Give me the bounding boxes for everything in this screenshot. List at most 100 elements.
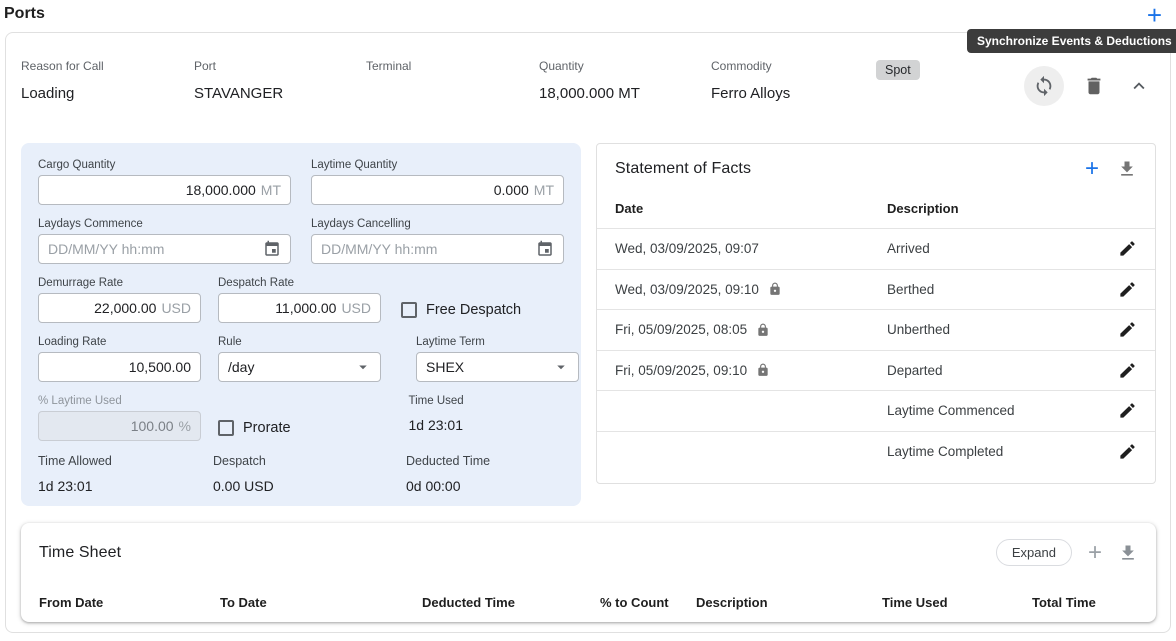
calendar-icon[interactable] <box>263 240 281 258</box>
sof-row: Wed, 03/09/2025, 09:07 Arrived <box>597 228 1155 269</box>
event-date: Fri, 05/09/2025, 08:05 <box>615 322 747 337</box>
loading-rate-value: 10,500.00 <box>129 359 191 375</box>
demurrage-rate-label: Demurrage Rate <box>38 277 201 289</box>
time-used-field: Time Used 1d 23:01 <box>409 395 565 441</box>
sync-icon <box>1033 75 1055 97</box>
cargo-quantity-input[interactable]: 18,000.000 MT <box>38 175 291 205</box>
caret-down-icon <box>552 358 570 376</box>
rule-field: Rule /day <box>218 336 381 382</box>
laytime-panel: Cargo Quantity 18,000.000 MT Laytime Qua… <box>21 143 581 506</box>
demurrage-rate-unit: USD <box>161 300 191 316</box>
despatch-rate-value: 11,000.00 <box>275 300 336 316</box>
loading-rate-field: Loading Rate 10,500.00 <box>38 336 201 382</box>
laytime-quantity-input[interactable]: 0.000 MT <box>311 175 564 205</box>
laytime-term-label: Laytime Term <box>416 336 579 348</box>
event-description: Departed <box>887 363 943 378</box>
time-allowed-field: Time Allowed 1d 23:01 <box>38 454 196 494</box>
pct-laytime-used-unit: % <box>179 418 191 434</box>
despatch-field: Despatch 0.00 USD <box>213 454 371 494</box>
lock-icon <box>756 323 770 337</box>
loading-rate-label: Loading Rate <box>38 336 201 348</box>
column-header-total-time: Total Time <box>1032 595 1138 610</box>
edit-event-button[interactable] <box>1118 239 1137 258</box>
field-label: Port <box>194 59 283 73</box>
lock-icon <box>768 282 782 296</box>
laydays-cancelling-input[interactable]: DD/MM/YY hh:mm <box>311 234 564 264</box>
field-value: Loading <box>21 85 104 102</box>
rule-select[interactable]: /day <box>218 352 381 382</box>
pct-laytime-used-input: 100.00 % <box>38 411 201 441</box>
edit-event-button[interactable] <box>1118 361 1137 380</box>
despatch-rate-unit: USD <box>341 300 371 316</box>
calendar-icon[interactable] <box>536 240 554 258</box>
pct-laytime-used-label: % Laytime Used <box>38 395 201 407</box>
free-despatch-checkbox[interactable]: Free Despatch <box>401 277 521 323</box>
sync-events-button[interactable] <box>1024 66 1064 106</box>
laytime-term-field: Laytime Term SHEX <box>416 336 579 382</box>
cargo-quantity-field: Cargo Quantity 18,000.000 MT <box>38 159 291 205</box>
field-label: Reason for Call <box>21 59 104 73</box>
spot-badge: Spot <box>876 60 920 80</box>
edit-event-button[interactable] <box>1118 320 1137 339</box>
page-title: Ports <box>4 5 45 23</box>
time-allowed-value: 1d 23:01 <box>38 478 196 494</box>
checkbox-icon[interactable] <box>218 420 234 436</box>
despatch-rate-field: Despatch Rate 11,000.00 USD <box>218 277 381 323</box>
field-value: STAVANGER <box>194 85 283 102</box>
add-timesheet-row-button[interactable]: + <box>1088 543 1102 563</box>
event-date: Wed, 03/09/2025, 09:07 <box>615 241 759 256</box>
field-label: Terminal <box>366 59 411 73</box>
despatch-rate-label: Despatch Rate <box>218 277 381 289</box>
chevron-up-icon <box>1128 75 1150 97</box>
add-port-button[interactable]: + <box>1147 0 1162 30</box>
despatch-rate-input[interactable]: 11,000.00 USD <box>218 293 381 323</box>
column-header-from-date: From Date <box>39 595 220 610</box>
field-label: Quantity <box>539 59 640 73</box>
event-description: Laytime Completed <box>887 444 1003 459</box>
deducted-time-label: Deducted Time <box>406 454 564 468</box>
sync-tooltip: Synchronize Events & Deductions <box>967 29 1176 53</box>
prorate-checkbox[interactable]: Prorate <box>218 395 374 441</box>
cargo-quantity-unit: MT <box>261 182 281 198</box>
field-label: Commodity <box>711 59 790 73</box>
loading-rate-input[interactable]: 10,500.00 <box>38 352 201 382</box>
laytime-term-select[interactable]: SHEX <box>416 352 579 382</box>
laytime-quantity-value: 0.000 <box>494 182 529 198</box>
time-sheet-title: Time Sheet <box>39 544 121 562</box>
expand-button[interactable]: Expand <box>996 539 1072 566</box>
rule-value: /day <box>228 359 254 375</box>
caret-down-icon <box>354 358 372 376</box>
demurrage-rate-value: 22,000.00 <box>94 300 156 316</box>
checkbox-icon[interactable] <box>401 302 417 318</box>
demurrage-rate-input[interactable]: 22,000.00 USD <box>38 293 201 323</box>
field-value: Ferro Alloys <box>711 85 790 102</box>
event-date: Wed, 03/09/2025, 09:10 <box>615 282 759 297</box>
event-description: Laytime Commenced <box>887 403 1015 418</box>
sof-row: Fri, 05/09/2025, 09:10 Departed <box>597 350 1155 391</box>
deducted-time-field: Deducted Time 0d 00:00 <box>406 454 564 494</box>
collapse-port-button[interactable] <box>1124 66 1154 106</box>
add-event-button[interactable]: + <box>1085 159 1099 179</box>
laydays-commence-label: Laydays Commence <box>38 218 291 230</box>
field-value: 18,000.000 MT <box>539 85 640 102</box>
delete-port-button[interactable] <box>1074 66 1114 106</box>
laydays-cancelling-field: Laydays Cancelling DD/MM/YY hh:mm <box>311 218 564 264</box>
event-date: Fri, 05/09/2025, 09:10 <box>615 363 747 378</box>
laydays-commence-input[interactable]: DD/MM/YY hh:mm <box>38 234 291 264</box>
free-despatch-label[interactable]: Free Despatch <box>426 302 521 318</box>
download-icon[interactable] <box>1117 159 1137 179</box>
event-description: Berthed <box>887 282 934 297</box>
laydays-cancelling-placeholder: DD/MM/YY hh:mm <box>321 241 437 257</box>
trash-icon <box>1083 75 1105 97</box>
edit-event-button[interactable] <box>1118 280 1137 299</box>
edit-event-button[interactable] <box>1118 442 1137 461</box>
cargo-quantity-value: 18,000.000 <box>186 182 256 198</box>
download-icon[interactable] <box>1118 543 1138 563</box>
column-header-description: Description <box>887 201 959 216</box>
column-header-time-used: Time Used <box>882 595 1032 610</box>
column-header-description: Description <box>696 595 882 610</box>
time-used-value: 1d 23:01 <box>409 417 565 433</box>
prorate-label[interactable]: Prorate <box>243 420 291 436</box>
edit-event-button[interactable] <box>1118 401 1137 420</box>
laytime-quantity-label: Laytime Quantity <box>311 159 564 171</box>
